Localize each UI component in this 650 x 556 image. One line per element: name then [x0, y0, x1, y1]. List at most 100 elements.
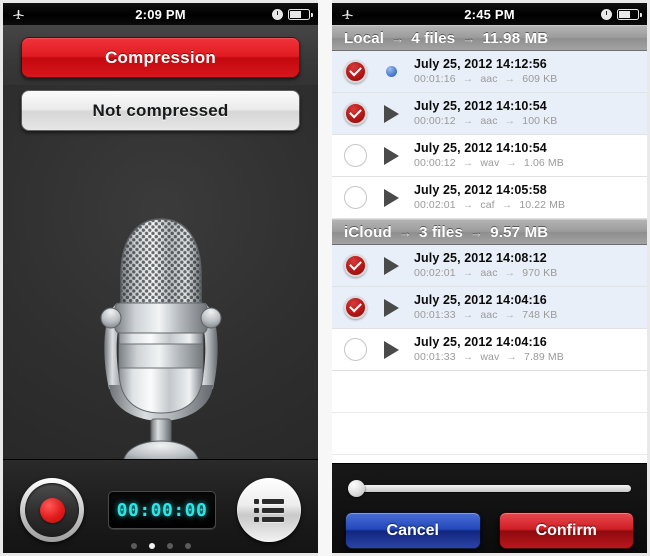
recorder-toolbar: 00:00:00 [3, 459, 318, 553]
row-size: 10.22 MB [519, 198, 566, 211]
arrow-icon: → [462, 308, 474, 321]
row-meta: July 25, 2012 14:12:56 00:01:16 → aac → … [414, 56, 558, 86]
row-checkbox-checked[interactable] [344, 60, 367, 83]
row-meta: July 25, 2012 14:04:16 00:01:33 → aac → … [414, 293, 558, 321]
arrow-icon: → [462, 266, 474, 279]
row-duration: 00:02:01 [414, 266, 456, 279]
compression-toggle-group: Compression Not compressed [21, 37, 300, 143]
arrow-icon: → [506, 156, 517, 169]
timer-value: 00:00:00 [116, 499, 208, 521]
table-row[interactable]: July 25, 2012 14:04:16 00:01:33 → aac → … [332, 287, 647, 329]
play-icon[interactable] [378, 298, 404, 317]
row-meta: July 25, 2012 14:10:54 00:00:12 → wav → … [414, 140, 564, 170]
table-row[interactable]: July 25, 2012 14:10:54 00:00:12 → wav → … [332, 135, 647, 177]
row-subtitle: 00:01:16 → aac → 609 KB [414, 72, 558, 86]
row-subtitle: 00:02:01 → caf → 10.22 MB [414, 198, 566, 212]
microphone-artwork [3, 203, 318, 471]
row-meta: July 25, 2012 14:08:12 00:02:01 → aac → … [414, 251, 557, 279]
row-meta: July 25, 2012 14:05:58 00:02:01 → caf → … [414, 183, 566, 212]
row-checkbox-checked[interactable] [344, 102, 367, 125]
record-dot-icon [39, 497, 65, 523]
row-size: 609 KB [522, 72, 558, 85]
table-row[interactable]: July 25, 2012 14:10:54 00:00:12 → aac → … [332, 93, 647, 135]
cancel-button[interactable]: Cancel [345, 512, 481, 549]
section-size: 9.57 MB [490, 223, 549, 241]
record-button-inner [25, 483, 79, 537]
play-icon[interactable] [378, 104, 404, 123]
left-status-time: 2:09 PM [135, 6, 186, 22]
row-checkbox-unchecked[interactable] [344, 186, 367, 209]
list-icon [254, 498, 284, 522]
dual-phone-screenshot: 2:09 PM Compression Not compressed 00:00… [0, 0, 650, 556]
row-duration: 00:00:12 [414, 114, 456, 127]
table-row[interactable]: July 25, 2012 14:12:56 00:01:16 → aac → … [332, 51, 647, 93]
alarm-clock-icon [272, 8, 283, 20]
row-checkbox-unchecked[interactable] [344, 338, 367, 361]
play-icon[interactable] [378, 188, 404, 207]
recorder-screen: Compression Not compressed 00:00:00 [3, 25, 318, 553]
record-button[interactable] [20, 478, 84, 542]
row-format: wav [480, 350, 500, 363]
row-format: caf [480, 198, 495, 211]
row-subtitle: 00:00:12 → aac → 100 KB [414, 114, 557, 128]
row-size: 1.06 MB [524, 156, 564, 169]
left-status-bar: 2:09 PM [3, 3, 318, 25]
timer-display: 00:00:00 [108, 491, 216, 529]
left-phone: 2:09 PM Compression Not compressed 00:00… [0, 0, 318, 556]
section-header-local: Local → 4 files → 11.98 MB [332, 25, 647, 51]
page-dot-active[interactable] [148, 543, 155, 549]
row-format: wav [480, 156, 500, 169]
page-dot[interactable] [130, 543, 137, 549]
arrow-icon: → [470, 224, 484, 240]
row-checkbox-checked[interactable] [344, 254, 367, 277]
unplayed-dot-icon [378, 66, 404, 77]
confirm-button[interactable]: Confirm [498, 512, 634, 549]
table-row[interactable]: July 25, 2012 14:04:16 00:01:33 → wav → … [332, 329, 647, 371]
cancel-button-label: Cancel [386, 521, 439, 539]
arrow-icon: → [462, 198, 474, 211]
row-checkbox-checked[interactable] [344, 296, 367, 319]
table-row[interactable]: July 25, 2012 14:05:58 00:02:01 → caf → … [332, 177, 647, 219]
list-button[interactable] [237, 478, 301, 542]
arrow-icon: → [462, 72, 474, 85]
battery-icon [617, 8, 642, 20]
row-format: aac [480, 114, 498, 127]
play-icon[interactable] [378, 256, 404, 275]
row-checkbox-unchecked[interactable] [344, 144, 367, 167]
right-phone: 2:45 PM Local → 4 files → 11.98 MB July … [332, 0, 650, 556]
row-title: July 25, 2012 14:10:54 [414, 140, 547, 155]
page-indicator[interactable] [3, 543, 318, 549]
arrow-icon: → [504, 266, 516, 279]
arrow-icon: → [391, 30, 405, 46]
page-dot[interactable] [166, 543, 173, 549]
section-size: 11.98 MB [482, 29, 549, 47]
row-format: aac [480, 72, 498, 85]
row-format: aac [480, 266, 498, 279]
row-title: July 25, 2012 14:10:54 [414, 98, 547, 113]
not-compressed-button-label: Not compressed [92, 100, 229, 120]
not-compressed-button[interactable]: Not compressed [21, 90, 300, 131]
alarm-clock-icon [601, 8, 612, 20]
arrow-icon: → [501, 198, 513, 211]
slider-track [348, 485, 631, 492]
section-file-count: 3 files [419, 223, 463, 241]
row-duration: 00:01:33 [414, 308, 456, 321]
right-status-time: 2:45 PM [464, 6, 515, 22]
arrow-icon: → [506, 350, 517, 363]
play-icon[interactable] [378, 340, 404, 359]
section-file-count: 4 files [411, 29, 456, 47]
arrow-icon: → [504, 72, 516, 85]
row-subtitle: 00:00:12 → wav → 1.06 MB [414, 156, 564, 170]
progress-slider[interactable] [348, 480, 631, 497]
page-dot[interactable] [184, 543, 191, 549]
row-size: 748 KB [522, 308, 558, 321]
arrow-icon: → [398, 224, 413, 240]
table-row[interactable]: July 25, 2012 14:08:12 00:02:01 → aac → … [332, 245, 647, 287]
compression-button[interactable]: Compression [21, 37, 300, 78]
slider-knob[interactable] [348, 480, 365, 497]
row-title: July 25, 2012 14:12:56 [414, 56, 547, 71]
row-meta: July 25, 2012 14:10:54 00:00:12 → aac → … [414, 98, 557, 128]
play-icon[interactable] [378, 146, 404, 165]
empty-row [332, 413, 647, 455]
arrow-icon: → [462, 156, 474, 169]
